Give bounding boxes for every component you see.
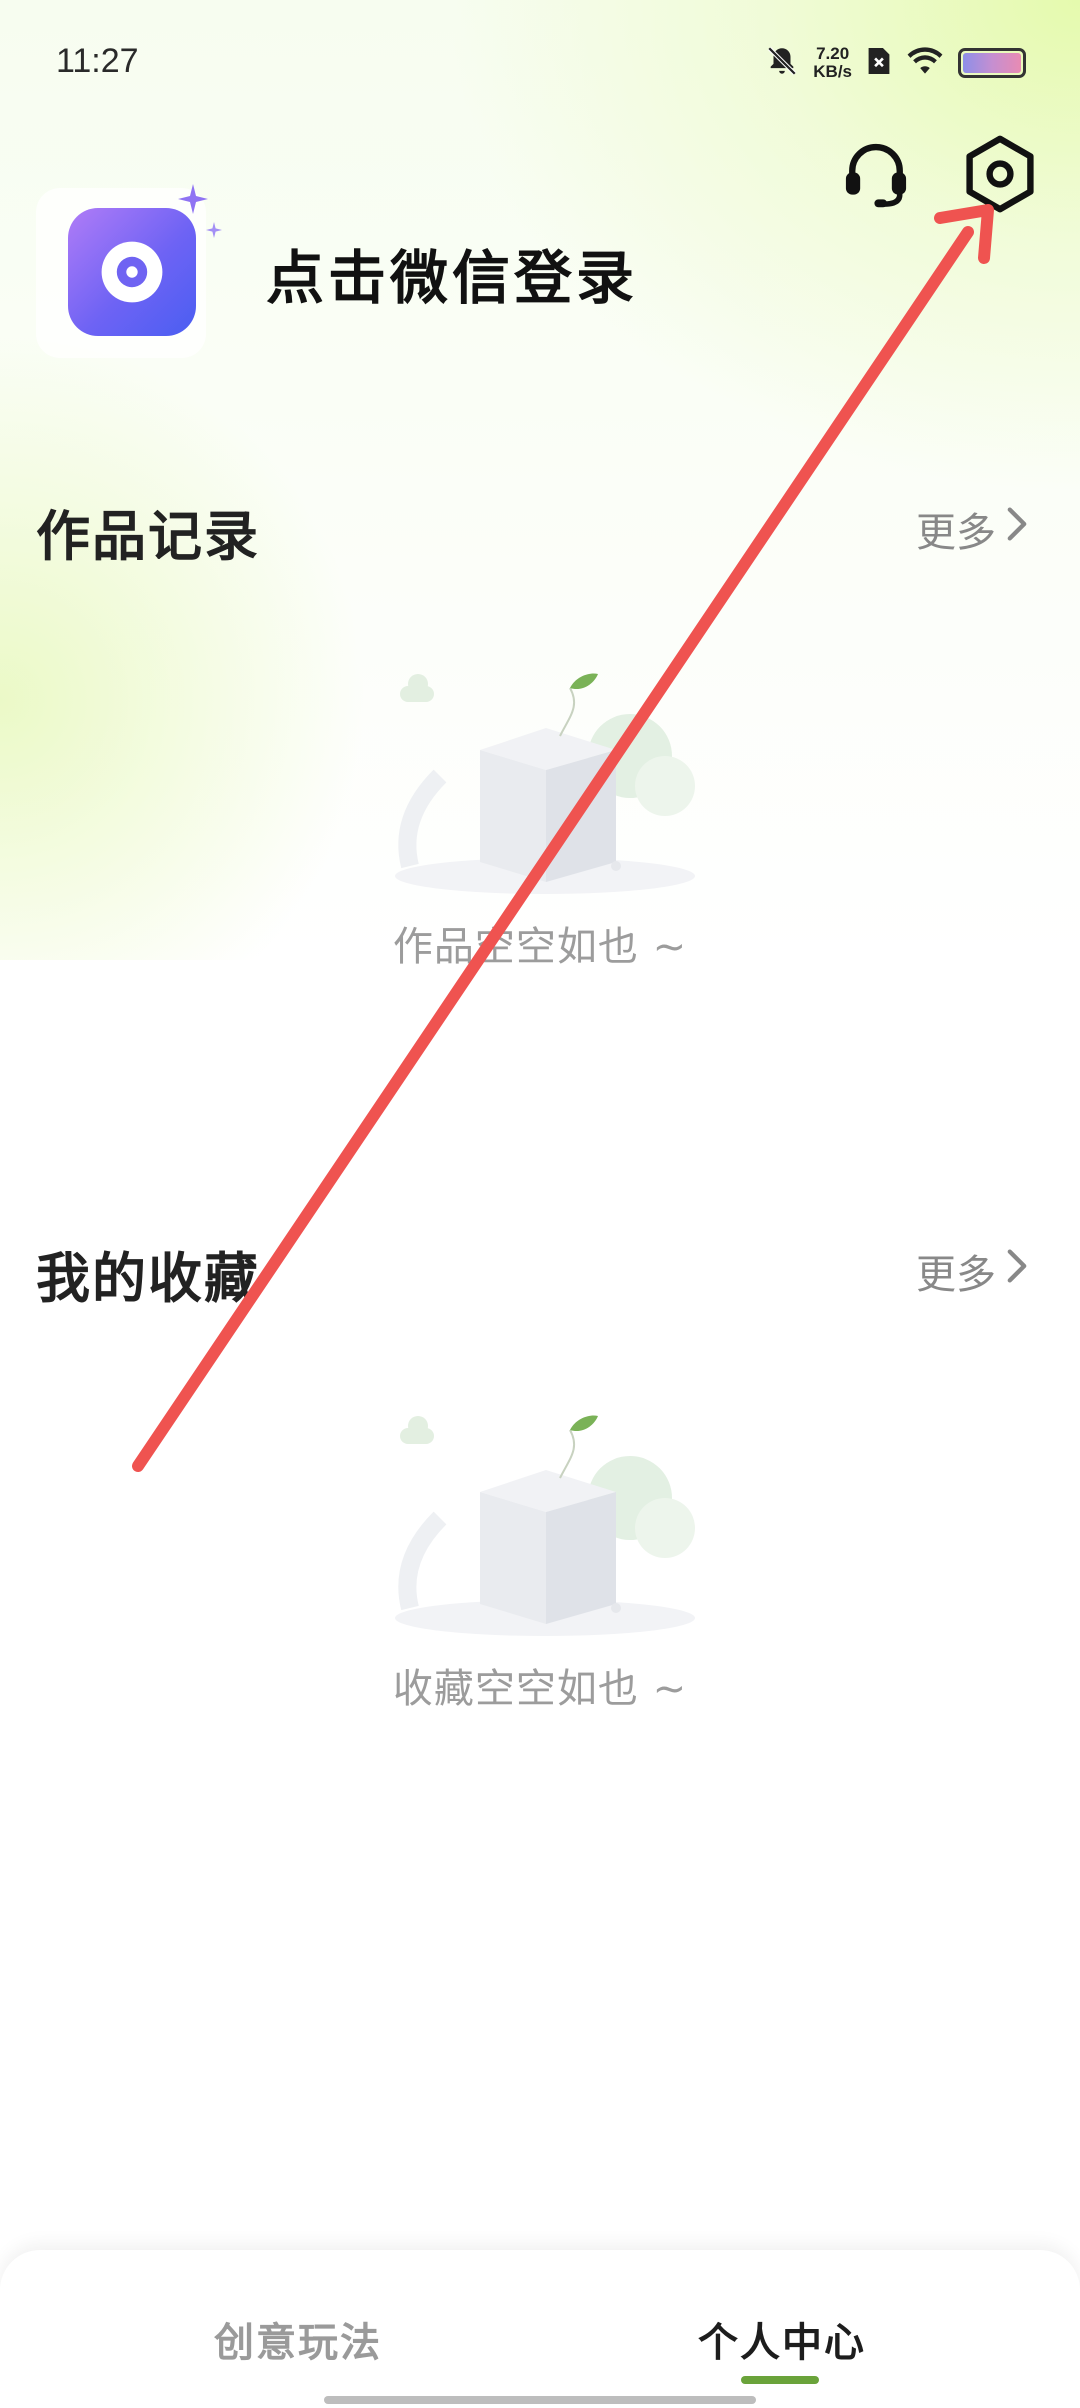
network-speed: 7.20 KB/s: [813, 45, 852, 81]
works-section-title: 作品记录: [36, 505, 260, 568]
works-more-link[interactable]: 更多: [916, 500, 1028, 558]
active-tab-indicator: [741, 2376, 819, 2384]
tab-personal-center[interactable]: 个人中心: [698, 2310, 866, 2368]
favorites-more-label: 更多: [916, 1252, 996, 1298]
app-logo-icon: [68, 208, 196, 336]
sparkle-icon: [178, 184, 208, 218]
wifi-icon: [906, 46, 944, 80]
settings-hexagon-icon: [961, 134, 1039, 218]
sim-blocked-icon: [866, 45, 892, 81]
bell-off-icon: [765, 44, 799, 82]
status-time: 11:27: [56, 42, 139, 80]
favorites-empty-text: 收藏空空如也 ~: [392, 1666, 688, 1712]
works-more-label: 更多: [916, 510, 996, 556]
bottom-tab-bar: 创意玩法 个人中心: [0, 2250, 1080, 2408]
customer-service-button[interactable]: [836, 136, 916, 216]
tab-creative-play[interactable]: 创意玩法: [214, 2310, 382, 2368]
home-indicator[interactable]: [324, 2396, 756, 2404]
favorites-section-title: 我的收藏: [36, 1247, 260, 1310]
header-actions: [836, 134, 1040, 218]
profile-login[interactable]: 点击微信登录: [36, 184, 638, 358]
works-empty-text: 作品空空如也 ~: [392, 924, 688, 970]
favorites-more-link[interactable]: 更多: [916, 1242, 1028, 1300]
headset-icon: [838, 136, 914, 216]
status-bar: 11:27 7.20 KB/s: [0, 0, 1080, 120]
status-icons: 7.20 KB/s: [765, 38, 1026, 88]
sparkle-small-icon: [206, 222, 222, 242]
chevron-right-icon: [1006, 506, 1028, 552]
wechat-login-label[interactable]: 点击微信登录: [266, 231, 638, 315]
chevron-right-icon: [1006, 1248, 1028, 1294]
network-speed-value: 7.20: [816, 44, 850, 63]
battery-icon: [958, 48, 1026, 78]
empty-box-illustration: [380, 1408, 710, 1638]
network-speed-unit: KB/s: [813, 62, 852, 81]
settings-button[interactable]: [960, 134, 1040, 218]
avatar[interactable]: [36, 184, 222, 358]
empty-box-illustration: [380, 666, 710, 896]
